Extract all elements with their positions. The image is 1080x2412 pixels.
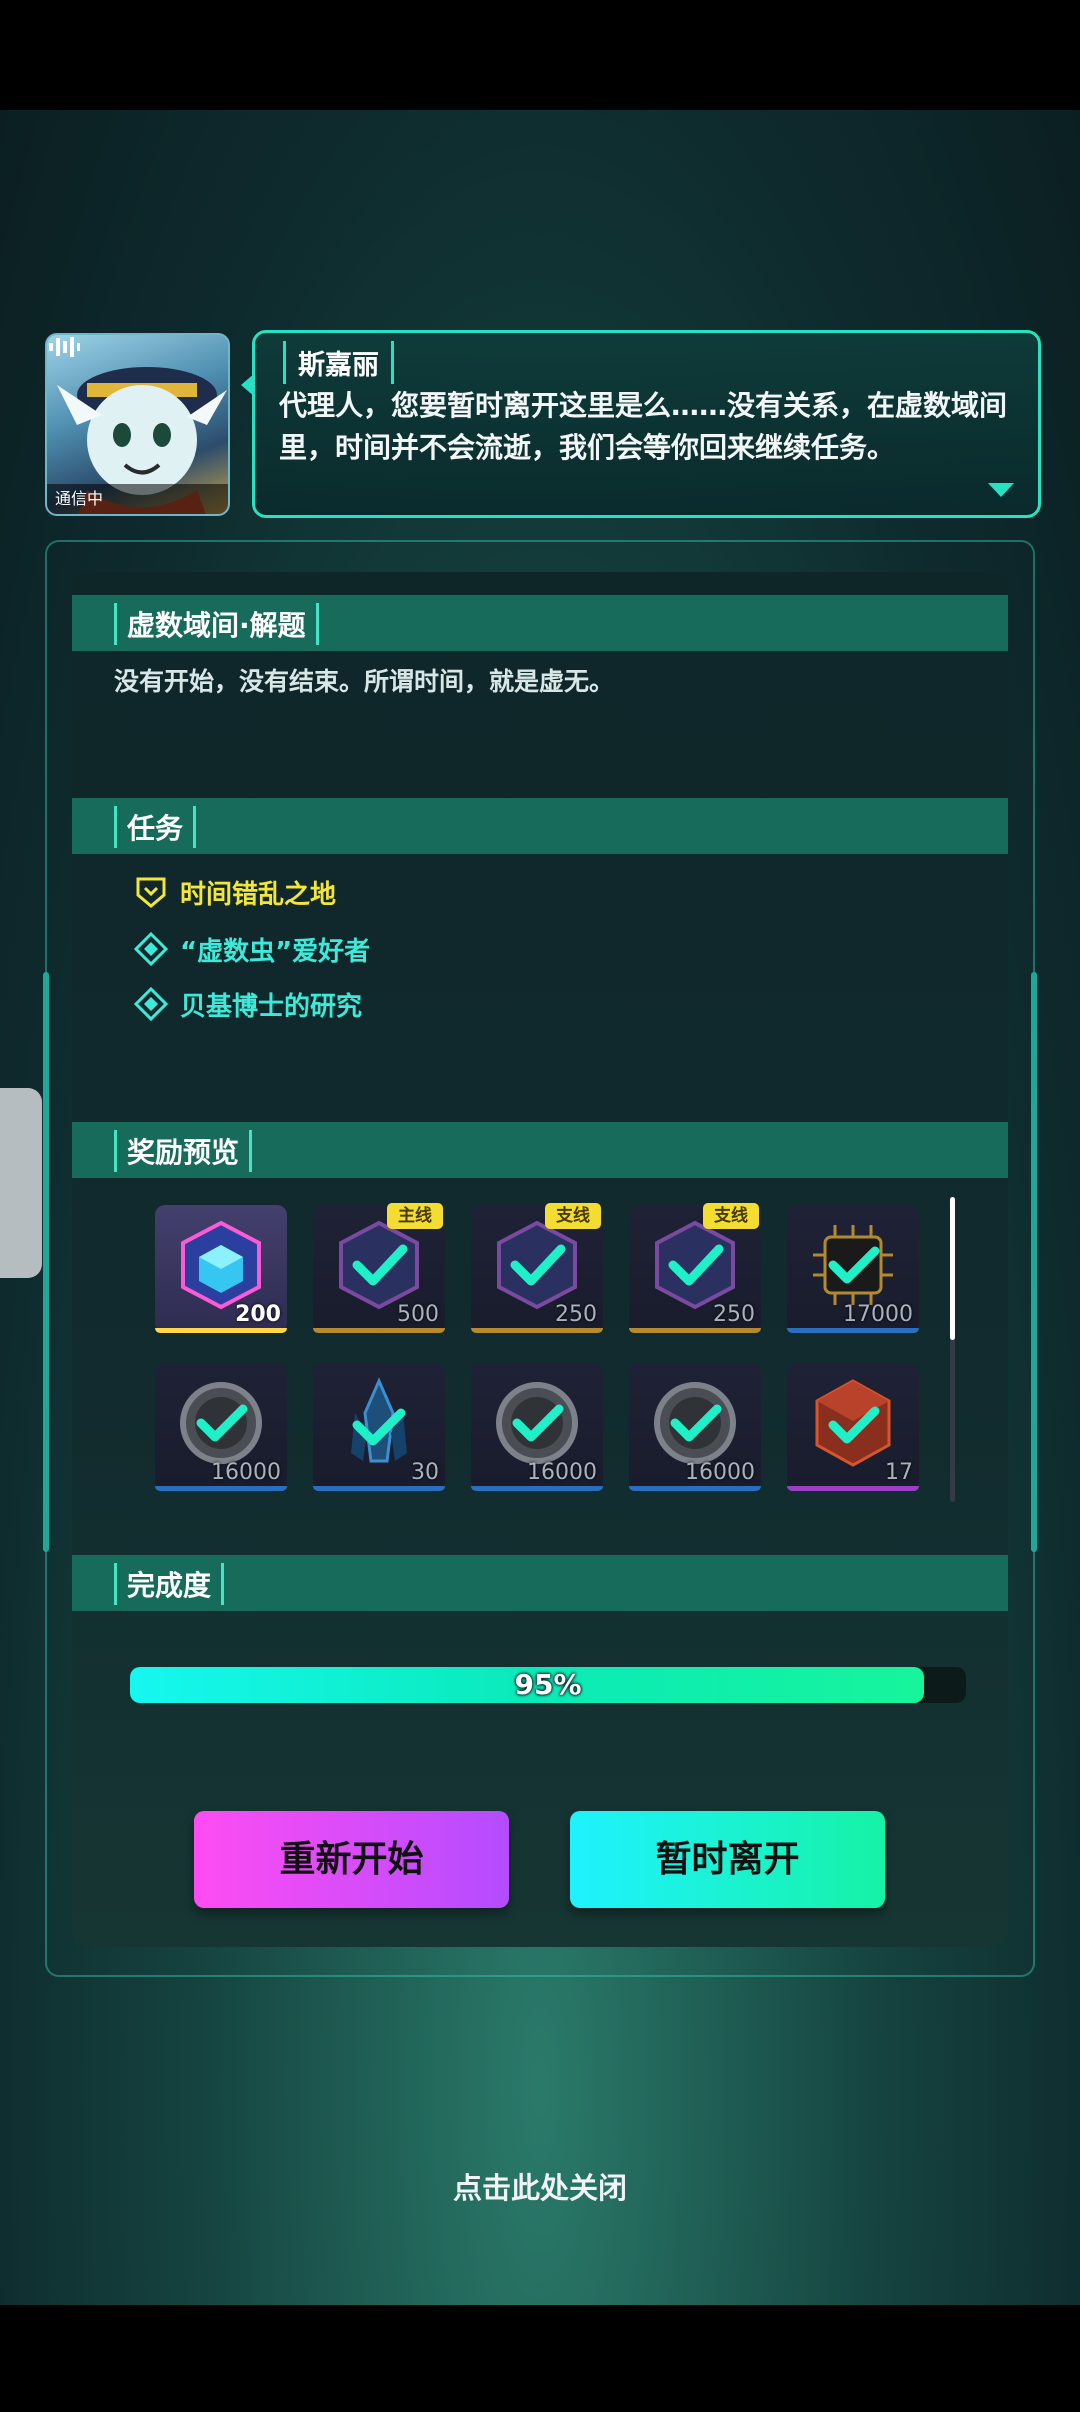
dialogue-box[interactable]: 斯嘉丽 代理人，您要暂时离开这里是么……没有关系，在虚数域间里，时间并不会流逝，… [241, 330, 1041, 518]
side-quest-diamond-icon [134, 932, 168, 966]
reward-quantity: 16000 [685, 1460, 755, 1485]
task-label: 时间错乱之地 [180, 879, 337, 910]
completion-progress-bar: 95% [130, 1667, 966, 1703]
tasks-section-header: 任务 [72, 798, 1008, 854]
side-drawer-handle[interactable] [0, 1088, 42, 1278]
reward-grid[interactable]: 200 主线 500 支线 250 支线 250 17000 16000 30 … [155, 1203, 945, 1505]
tasks-section-title: 任务 [114, 806, 197, 848]
frame-accent-left [43, 972, 49, 1552]
rarity-bar [629, 1328, 761, 1333]
rarity-bar [471, 1328, 603, 1333]
reward-quantity: 250 [713, 1302, 755, 1327]
task-item[interactable]: 贝基博士的研究 [134, 984, 362, 1024]
dialogue-pointer [241, 373, 255, 397]
red-cube-icon [815, 1379, 891, 1467]
rarity-bar [787, 1328, 919, 1333]
reward-item[interactable]: 16000 [471, 1363, 603, 1491]
task-item[interactable]: “虚数虫”爱好者 [134, 929, 370, 969]
rarity-bar [313, 1486, 445, 1491]
coin-icon [496, 1382, 578, 1464]
data-cube-icon [181, 1220, 261, 1310]
rarity-bar [313, 1328, 445, 1333]
rarity-bar [471, 1486, 603, 1491]
crystal-icon [351, 1377, 407, 1463]
rewards-section-title: 奖励预览 [114, 1130, 253, 1172]
puzzle-section-header: 虚数域间·解题 [72, 595, 1008, 651]
side-quest-tag: 支线 [703, 1203, 759, 1229]
rarity-bar [787, 1486, 919, 1491]
main-quest-tag: 主线 [387, 1203, 443, 1229]
reward-item[interactable]: 16000 [155, 1363, 287, 1491]
completion-section-header: 完成度 [72, 1555, 1008, 1611]
dialogue-next-arrow-icon[interactable] [988, 483, 1014, 497]
rarity-bar [155, 1328, 287, 1333]
reward-quantity: 17000 [843, 1302, 913, 1327]
task-item[interactable]: 时间错乱之地 [134, 872, 336, 912]
leave-temporarily-button[interactable]: 暂时离开 [570, 1811, 885, 1908]
data-cube-icon [655, 1220, 735, 1310]
tap-to-close-hint[interactable]: 点击此处关闭 [0, 2165, 1080, 2207]
navigation-bar-area [0, 2305, 1080, 2412]
reward-quantity: 500 [397, 1302, 439, 1327]
voice-wave-icon [49, 337, 80, 357]
main-quest-shield-icon [136, 877, 166, 908]
rewards-section-header: 奖励预览 [72, 1122, 1008, 1178]
reward-item[interactable]: 支线 250 [471, 1203, 603, 1333]
puzzle-section-title: 虚数域间·解题 [114, 603, 319, 645]
side-quest-diamond-icon [134, 987, 168, 1021]
reward-quantity: 16000 [527, 1460, 597, 1485]
chip-icon [813, 1225, 893, 1305]
task-label: 贝基博士的研究 [180, 991, 363, 1022]
speaker-avatar: 通信中 [45, 333, 230, 516]
data-cube-icon [339, 1220, 419, 1310]
task-label: “虚数虫”爱好者 [180, 936, 371, 967]
restart-button[interactable]: 重新开始 [194, 1811, 509, 1908]
reward-item[interactable]: 200 [155, 1205, 287, 1333]
completion-percent-label: 95% [514, 1668, 582, 1701]
rarity-bar [629, 1486, 761, 1491]
reward-quantity: 17 [885, 1460, 913, 1485]
puzzle-description: 没有开始，没有结束。所谓时间，就是虚无。 [114, 667, 615, 696]
reward-quantity: 16000 [211, 1460, 281, 1485]
speaker-name: 斯嘉丽 [283, 341, 394, 384]
avatar-status-label: 通信中 [47, 484, 228, 514]
data-cube-icon [497, 1220, 577, 1310]
reward-item[interactable]: 16000 [629, 1363, 761, 1491]
reward-item[interactable]: 30 [313, 1363, 445, 1491]
reward-item[interactable]: 17 [787, 1363, 919, 1491]
reward-item[interactable]: 17000 [787, 1205, 919, 1333]
reward-quantity: 250 [555, 1302, 597, 1327]
reward-scrollbar-thumb[interactable] [950, 1197, 955, 1340]
frame-accent-right [1031, 972, 1037, 1552]
dialogue-text: 代理人，您要暂时离开这里是么……没有关系，在虚数域间里，时间并不会流逝，我们会等… [279, 389, 1008, 464]
reward-item[interactable]: 主线 500 [313, 1203, 445, 1333]
completion-section-title: 完成度 [114, 1563, 225, 1605]
coin-icon [654, 1382, 736, 1464]
side-quest-tag: 支线 [545, 1203, 601, 1229]
rarity-bar [155, 1486, 287, 1491]
coin-icon [180, 1382, 262, 1464]
reward-item[interactable]: 支线 250 [629, 1203, 761, 1333]
reward-quantity: 30 [411, 1460, 439, 1485]
status-bar-area [0, 0, 1080, 110]
reward-quantity: 200 [235, 1302, 281, 1327]
